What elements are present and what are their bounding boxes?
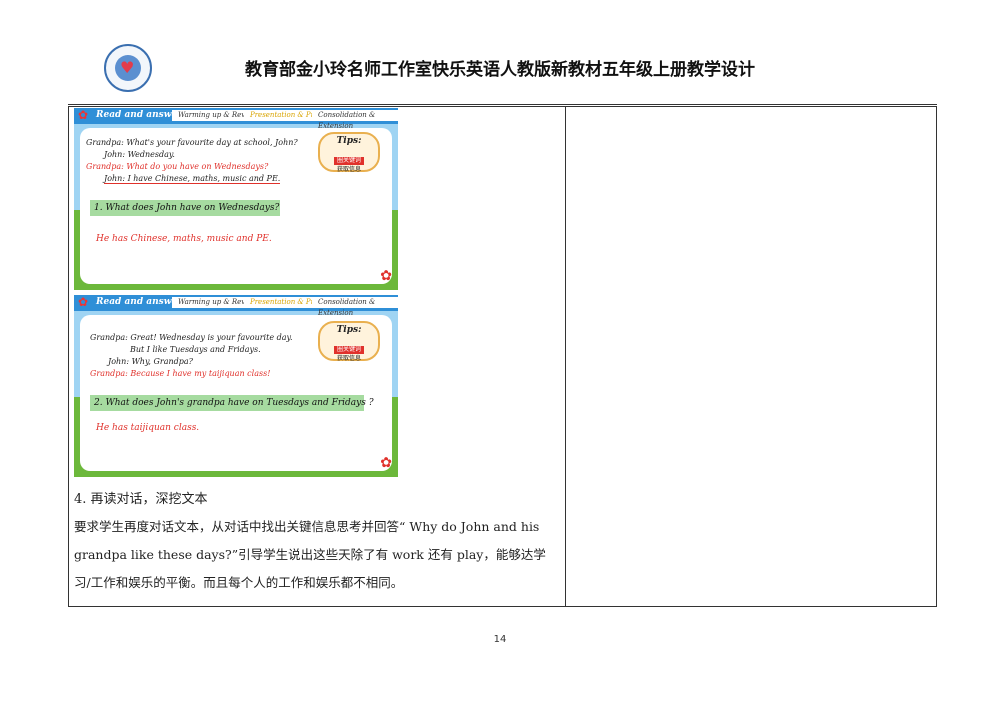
- tips-badge: 圈关键词: [333, 157, 364, 165]
- tips-note: 获取信息: [336, 355, 361, 362]
- section-label: Read and answer: [96, 297, 182, 307]
- dialogue-line: But I like Tuesdays and Fridays.: [130, 345, 261, 354]
- flower-icon: ✿: [78, 295, 89, 309]
- tips-title: Tips:: [336, 325, 362, 335]
- tips-bubble: Tips: 圈关键词 获取信息: [318, 321, 380, 362]
- flower-icon: ✿: [78, 108, 89, 122]
- step-heading: 4. 再读对话，深挖文本: [74, 492, 208, 507]
- dialogue-line-highlight: Grandpa: Because I have my taijiquan cla…: [90, 369, 271, 378]
- dialogue-line: Grandpa: What's your favourite day at sc…: [86, 138, 298, 147]
- tips-bubble: Tips: 圈关键词 获取信息: [318, 132, 380, 173]
- answer-text: He has taijiquan class.: [96, 423, 200, 433]
- dialogue-line: John: Why, Grandpa?: [108, 357, 193, 366]
- step-description: 要求学生再度对话文本，从对话中找出关键信息思考并回答“ Why do John …: [74, 519, 546, 590]
- tips-badge: 圈关键词: [333, 346, 364, 354]
- slide-1: ✿ Read and answer Warming up & Revision …: [74, 108, 398, 290]
- header-rule: [68, 104, 937, 105]
- nav-consolidation: Consolidation & Extension: [312, 297, 398, 317]
- dialogue-line-highlight: Grandpa: What do you have on Wednesdays?: [86, 162, 269, 171]
- table-column-divider: [565, 106, 566, 607]
- school-logo: ♥: [104, 44, 152, 92]
- dialogue-line: Grandpa: Great! Wednesday is your favour…: [90, 333, 293, 342]
- page-title: 教育部金小玲名师工作室快乐英语人教版新教材五年级上册教学设计: [245, 60, 755, 80]
- page-number: 14: [493, 634, 507, 645]
- flower-decoration-icon: ✿: [380, 268, 392, 284]
- answer-text: He has Chinese, maths, music and PE.: [96, 234, 272, 244]
- tips-note: 获取信息: [336, 166, 361, 173]
- underlined-text: John: I have Chinese, maths, music and P…: [104, 174, 281, 184]
- dialogue-line: John: I have Chinese, maths, music and P…: [104, 174, 281, 184]
- nav-consolidation: Consolidation & Extension: [312, 110, 398, 130]
- dialogue-line: John: Wednesday.: [104, 150, 175, 159]
- question-box: 1. What does John have on Wednesdays?: [90, 200, 280, 216]
- slide-2: ✿ Read and answer Warming up & Revision …: [74, 295, 398, 477]
- tips-title: Tips:: [336, 136, 362, 146]
- section-label: Read and answer: [96, 110, 182, 120]
- question-box: 2. What does John's grandpa have on Tues…: [90, 395, 374, 411]
- flower-decoration-icon: ✿: [380, 455, 392, 471]
- heart-icon: ♥: [120, 58, 135, 77]
